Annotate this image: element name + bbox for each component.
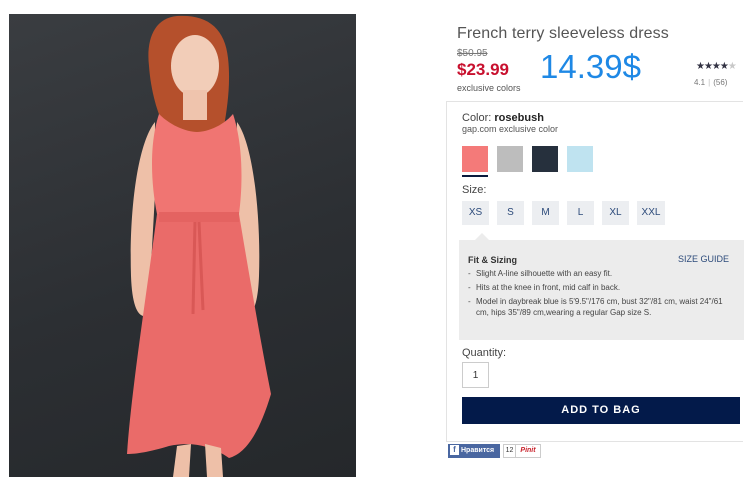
quantity-input[interactable]: 1	[462, 362, 489, 388]
fit-detail-item: Hits at the knee in front, mid calf in b…	[468, 282, 730, 293]
size-button-xs[interactable]: XS	[462, 201, 489, 225]
exclusive-colors-note: exclusive colors	[457, 83, 521, 93]
rating-divider: |	[708, 78, 711, 87]
add-to-bag-button[interactable]: ADD TO BAG	[462, 397, 740, 424]
color-swatch-navy[interactable]	[532, 146, 558, 172]
quantity-label: Quantity:	[462, 347, 507, 359]
size-button-xxl[interactable]: XXL	[637, 201, 665, 225]
model-illustration	[127, 15, 271, 477]
color-swatch-grey[interactable]	[497, 146, 523, 172]
rating-stars[interactable]: ★★★★★	[696, 61, 737, 72]
color-subtext: gap.com exclusive color	[462, 124, 559, 134]
facebook-like-label: Нравится	[461, 447, 495, 454]
size-button-s[interactable]: S	[497, 201, 524, 225]
fit-details-list: Slight A-line silhouette with an easy fi…	[468, 268, 730, 318]
facebook-like-button[interactable]: f Нравится	[448, 444, 500, 458]
rating-summary[interactable]: 4.1 | (56)	[694, 78, 727, 87]
sale-price: $23.99	[457, 60, 509, 79]
fit-sizing-box: Fit & Sizing SIZE GUIDE Slight A-line si…	[459, 233, 744, 340]
size-button-m[interactable]: M	[532, 201, 559, 225]
fit-detail-item: Model in daybreak blue is 5'9.5"/176 cm,…	[468, 296, 730, 318]
product-title: French terry sleeveless dress	[457, 25, 669, 42]
fit-sizing-title: Fit & Sizing	[468, 255, 517, 265]
fit-detail-item: Slight A-line silhouette with an easy fi…	[468, 268, 730, 279]
color-swatch-light-blue[interactable]	[567, 146, 593, 172]
product-photo[interactable]	[9, 14, 356, 477]
size-button-xl[interactable]: XL	[602, 201, 629, 225]
size-button-l[interactable]: L	[567, 201, 594, 225]
rating-value: 4.1	[694, 78, 706, 87]
color-label: Color: rosebush	[462, 112, 544, 124]
size-label: Size:	[462, 184, 487, 196]
star-empty-icon: ★	[727, 61, 737, 72]
facebook-icon: f	[450, 445, 459, 456]
selected-color-name: rosebush	[494, 112, 544, 124]
original-price: $50.95	[457, 48, 488, 59]
converted-price: 14.39$	[540, 48, 641, 85]
pinterest-button[interactable]: Pinit	[515, 444, 541, 458]
color-swatch-rosebush[interactable]	[462, 146, 488, 177]
star-icon: ★★★★	[696, 61, 729, 72]
size-guide-link[interactable]: SIZE GUIDE	[678, 254, 729, 264]
review-count[interactable]: (56)	[713, 78, 727, 87]
